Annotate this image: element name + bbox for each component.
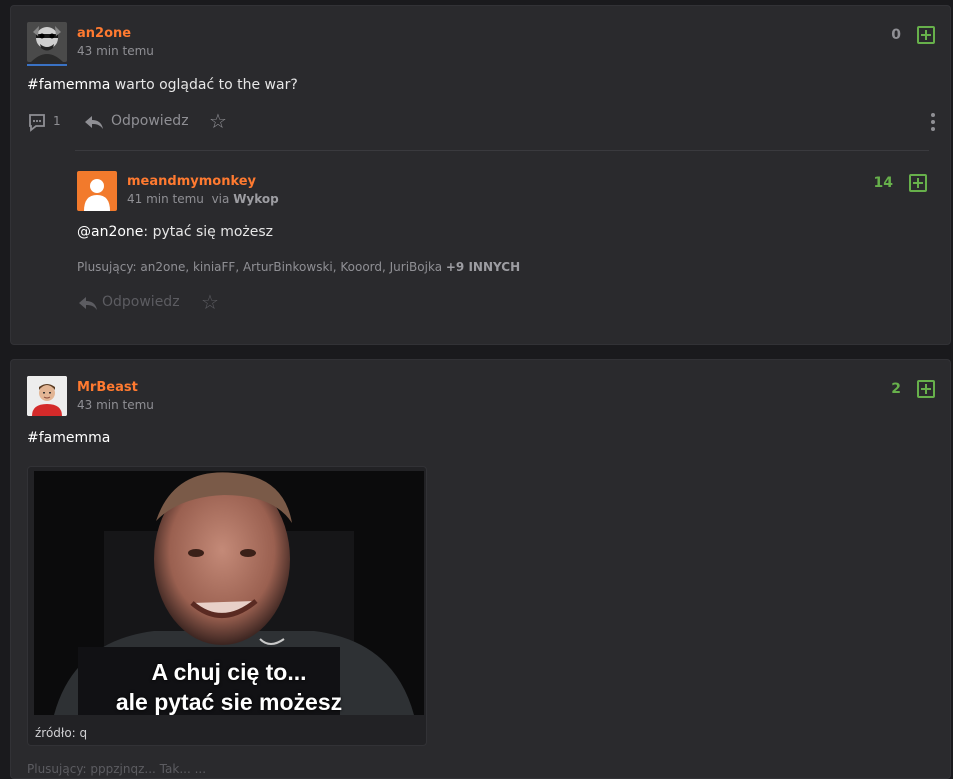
entry-body: #famemma warto oglądać to the war? — [27, 77, 298, 93]
plus-list[interactable]: Plusujący: pppzjnqz... Tak... ... — [27, 762, 206, 776]
reply-arrow-icon[interactable] — [77, 293, 99, 317]
entry-text: warto oglądać to the war? — [110, 77, 298, 93]
plus-square-icon[interactable] — [917, 380, 935, 398]
comment-meta: 41 min temu via Wykop — [127, 192, 279, 206]
avatar[interactable] — [27, 376, 67, 416]
gif-caption-line2: ale pytać sie możesz — [115, 689, 343, 715]
vote-count: 0 — [891, 27, 901, 43]
user-silhouette-icon[interactable] — [77, 171, 117, 211]
entry-body: #famemma — [27, 430, 110, 446]
avatar[interactable] — [27, 22, 67, 62]
embed-box: A chuj cię to... ale pytać sie możesz źr… — [27, 466, 427, 746]
mention[interactable]: @an2one — [77, 224, 143, 240]
embedded-gif[interactable]: A chuj cię to... ale pytać sie możesz — [34, 471, 424, 715]
author-name[interactable]: MrBeast — [77, 380, 138, 395]
plus-list[interactable]: Plusujący: an2one, kiniaFF, ArturBinkows… — [77, 260, 520, 274]
image-source[interactable]: źródło: q — [35, 726, 87, 740]
via-source[interactable]: Wykop — [233, 192, 279, 206]
avatar-underline — [27, 64, 67, 66]
reply-arrow-icon[interactable] — [83, 112, 105, 136]
entry-card: an2one 43 min temu 0 #famemma warto oglą… — [10, 5, 951, 345]
comment-vote-count: 14 — [873, 175, 893, 191]
plus-square-icon[interactable] — [909, 174, 927, 192]
comment-bubble-icon[interactable] — [26, 112, 48, 138]
plus-list-more[interactable]: +9 INNYCH — [446, 260, 520, 274]
hashtag[interactable]: #famemma — [27, 77, 110, 93]
plus-list-users: Plusujący: an2one, kiniaFF, ArturBinkows… — [77, 260, 443, 274]
kebab-menu-icon[interactable] — [931, 113, 935, 134]
comment-body: @an2one: pytać się możesz — [77, 224, 273, 240]
hashtag[interactable]: #famemma — [27, 430, 110, 446]
timestamp[interactable]: 43 min temu — [77, 398, 154, 412]
star-icon[interactable]: ☆ — [209, 111, 227, 131]
vote-count: 2 — [891, 381, 901, 397]
reply-button[interactable]: Odpowiedz — [111, 113, 189, 129]
comment-count[interactable]: 1 — [53, 114, 61, 128]
plus-square-icon[interactable] — [917, 26, 935, 44]
timestamp[interactable]: 43 min temu — [77, 44, 154, 58]
author-name[interactable]: an2one — [77, 26, 131, 41]
comment-timestamp[interactable]: 41 min temu — [127, 192, 204, 206]
comment-author-name[interactable]: meandmymonkey — [127, 174, 256, 189]
star-icon[interactable]: ☆ — [201, 292, 219, 312]
comment-text: : pytać się możesz — [143, 224, 274, 240]
entry-card: MrBeast 43 min temu 2 #famemma A chuj ci… — [10, 359, 951, 779]
comment-reply-button[interactable]: Odpowiedz — [102, 294, 180, 310]
via-label: via — [211, 192, 230, 206]
gif-caption-line1: A chuj cię to... — [151, 659, 307, 685]
divider — [75, 150, 929, 151]
